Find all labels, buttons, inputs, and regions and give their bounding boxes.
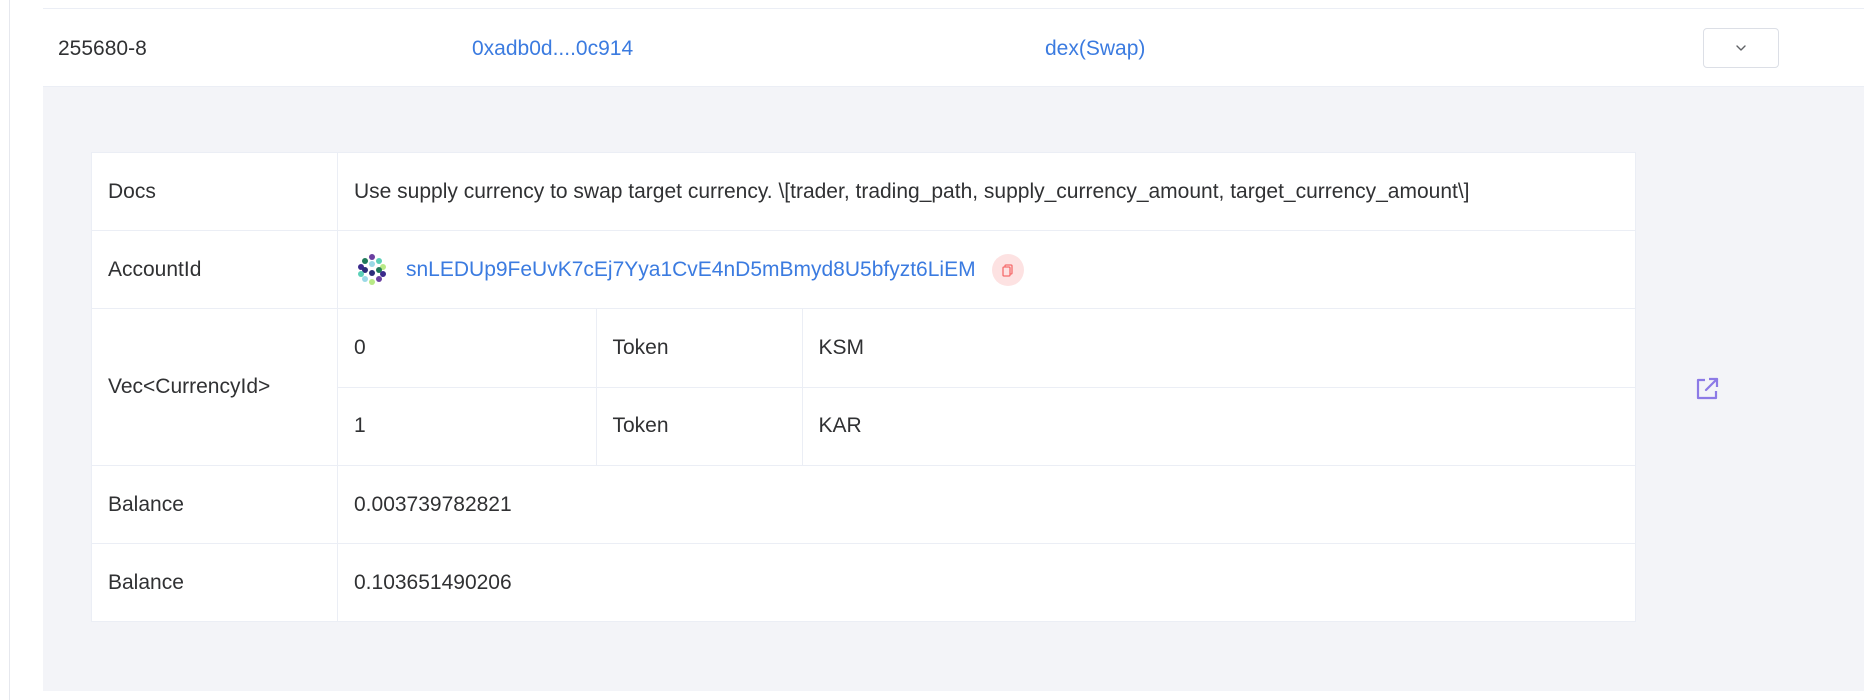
vec-item-value: KAR bbox=[818, 414, 862, 438]
vec-item-row: 1 Token KAR bbox=[338, 387, 1635, 465]
param-balance-value: 0.003739782821 bbox=[337, 465, 1636, 544]
vec-item-index: 1 bbox=[338, 387, 597, 465]
vec-item-type: Token bbox=[596, 309, 803, 388]
extrinsic-id: 255680-8 bbox=[58, 37, 147, 60]
param-balance-value: 0.103651490206 bbox=[337, 543, 1636, 622]
param-vec-cell: 0 Token KSM 1 Token KAR bbox=[337, 308, 1636, 466]
param-account-cell: snLEDUp9FeUvK7cEj7Yya1CvE4nD5mBmyd8U5bfy… bbox=[337, 230, 1636, 309]
copy-address-button[interactable] bbox=[991, 253, 1024, 286]
param-label: Docs bbox=[91, 152, 338, 231]
vec-items-table: 0 Token KSM 1 Token KAR bbox=[338, 309, 1635, 465]
param-row-balance: Balance 0.103651490206 bbox=[91, 543, 1636, 622]
vec-item-row: 0 Token KSM bbox=[338, 309, 1635, 388]
extrinsic-hash-link[interactable]: 0xadb0d....0c914 bbox=[472, 37, 633, 61]
vec-item-value: KSM bbox=[802, 309, 1635, 388]
external-link-icon[interactable] bbox=[1693, 375, 1721, 403]
expand-row-button[interactable] bbox=[1703, 28, 1779, 68]
account-address-link[interactable]: snLEDUp9FeUvK7cEj7Yya1CvE4nD5mBmyd8U5bfy… bbox=[406, 258, 976, 282]
param-row-account: AccountId snLEDUp9FeUvK7cEj7Yya1CvE4nD5m… bbox=[91, 230, 1636, 309]
param-docs-value: Use supply currency to swap target curre… bbox=[337, 152, 1636, 231]
param-row-balance: Balance 0.003739782821 bbox=[91, 465, 1636, 544]
page-left-border bbox=[9, 0, 10, 700]
param-row-docs: Docs Use supply currency to swap target … bbox=[91, 152, 1636, 231]
param-label: AccountId bbox=[91, 230, 338, 309]
vec-item-index: 0 bbox=[338, 309, 597, 388]
identicon-avatar bbox=[354, 251, 390, 288]
chevron-down-icon bbox=[1736, 45, 1746, 51]
param-label: Vec<CurrencyId> bbox=[91, 308, 338, 466]
param-row-vec: Vec<CurrencyId> 0 Token KSM 1 Token KAR bbox=[91, 308, 1636, 466]
param-label: Balance bbox=[91, 543, 338, 622]
copy-icon bbox=[1001, 263, 1013, 277]
event-detail-panel: Docs Use supply currency to swap target … bbox=[43, 87, 1864, 691]
param-label: Balance bbox=[91, 465, 338, 544]
extrinsic-row: 255680-8 0xadb0d....0c914 dex(Swap) bbox=[43, 9, 1864, 87]
event-params-table: Docs Use supply currency to swap target … bbox=[91, 152, 1636, 622]
vec-item-type: Token bbox=[596, 387, 803, 465]
extrinsic-call-link[interactable]: dex(Swap) bbox=[1045, 37, 1145, 61]
